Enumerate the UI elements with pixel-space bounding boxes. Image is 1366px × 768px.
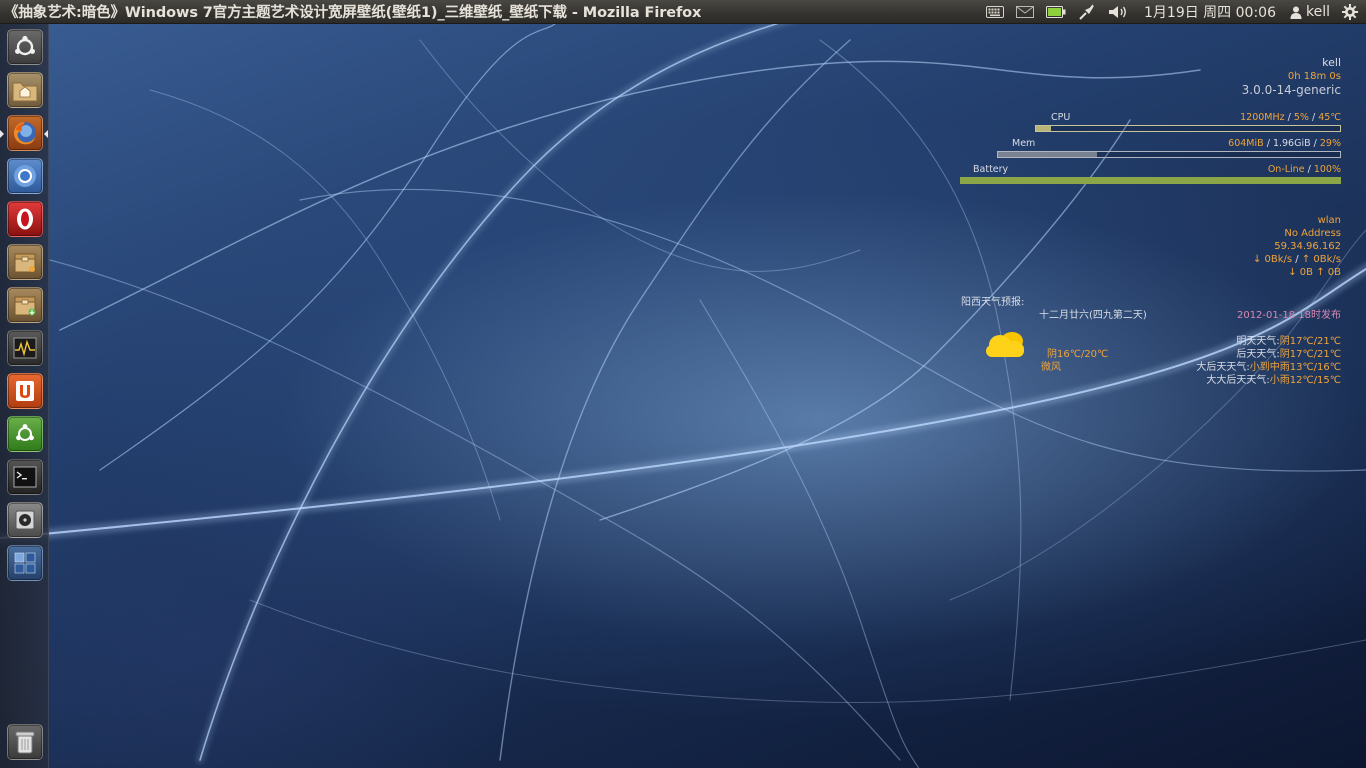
mem-separator: / — [1266, 138, 1270, 149]
mem-percent: 29% — [1319, 138, 1341, 149]
net-public-ip: 59.34.96.162 — [1274, 241, 1341, 252]
battery-percent: 100% — [1313, 164, 1341, 175]
cpu-separator: / — [1287, 112, 1291, 123]
battery-readout: On-Line / 100% — [1268, 164, 1341, 175]
firefox-icon — [14, 122, 36, 145]
weather-forecast-day4: 大大后天天气:小雨12℃/15℃ — [1206, 371, 1341, 386]
mem-total: 1.96GiB — [1272, 138, 1311, 149]
cpu-usage-bar-fill — [1036, 126, 1052, 131]
indicator-area: 1月19日 周四 00:06 kell — [980, 0, 1366, 24]
gear-icon — [1342, 4, 1358, 20]
net-speed: ↓ 0Bk/s / ↑ 0Bk/s — [1253, 254, 1341, 265]
launcher-item-ubuntu-software-center[interactable] — [7, 416, 43, 452]
session-menu[interactable] — [1336, 0, 1366, 24]
network-indicator[interactable] — [1072, 0, 1102, 24]
cpu-usage: 5% — [1293, 112, 1309, 123]
user-name: kell — [1305, 4, 1330, 20]
trash-icon — [15, 731, 35, 754]
cloudy-icon — [982, 327, 1028, 364]
battery-level-bar — [960, 177, 1341, 184]
ubuntu-one-icon — [16, 381, 34, 401]
launcher-item-ubuntu-one[interactable] — [7, 373, 43, 409]
package-install-icon — [14, 296, 36, 316]
wallpaper-swirls — [0, 0, 1366, 768]
net-down-total: ↓ 0B — [1288, 267, 1314, 278]
focused-app-indicator — [44, 130, 48, 138]
launcher-item-chromium[interactable] — [7, 158, 43, 194]
conky-uptime: 0h 18m 0s — [1287, 71, 1341, 82]
mail-indicator[interactable] — [1010, 0, 1040, 24]
launcher-item-opera[interactable] — [7, 201, 43, 237]
home-folder-icon — [12, 82, 38, 102]
mem-used: 604MiB — [1228, 138, 1264, 149]
ubuntu-logo-icon — [15, 35, 35, 56]
mem-label: Mem — [1012, 138, 1036, 149]
net-up-total: ↑ 0B — [1316, 267, 1341, 278]
keyboard-indicator[interactable] — [980, 0, 1010, 24]
mail-icon — [1016, 6, 1035, 18]
top-panel: 《抽象艺术:暗色》Windows 7官方主题艺术设计宽屏壁纸(壁纸1)_三维壁纸… — [0, 0, 1366, 24]
cpu-readout: 1200MHz / 5% / 45℃ — [1240, 112, 1341, 123]
weather-today-wind: 微风 — [1041, 362, 1061, 373]
mem-separator: / — [1313, 138, 1317, 149]
mem-readout: 604MiB / 1.96GiB / 29% — [1228, 138, 1341, 149]
cpu-label: CPU — [1051, 112, 1071, 123]
battery-label: Battery — [973, 164, 1009, 175]
cpu-separator: / — [1312, 112, 1316, 123]
weather-lunar-date: 十二月廿六(四九第二天) — [1039, 310, 1147, 321]
launcher — [0, 24, 49, 768]
net-up-speed: ↑ 0Bk/s — [1301, 254, 1341, 265]
conky-username: kell — [1322, 56, 1341, 69]
net-speed-separator: / — [1295, 254, 1299, 265]
launcher-item-ubuntu-dash[interactable] — [7, 29, 43, 65]
cpu-usage-bar — [1035, 125, 1341, 132]
battery-separator: / — [1307, 164, 1311, 175]
launcher-item-workspace-switcher[interactable] — [7, 545, 43, 581]
conky-kernel: 3.0.0-14-generic — [1241, 83, 1341, 97]
cpu-frequency: 1200MHz — [1240, 112, 1285, 123]
chromium-icon — [14, 165, 36, 187]
cpu-temperature: 45℃ — [1318, 112, 1341, 123]
clock-indicator[interactable]: 1月19日 周四 00:06 — [1134, 0, 1286, 24]
forecast-label: 大大后天天气: — [1206, 375, 1270, 386]
window-title[interactable]: 《抽象艺术:暗色》Windows 7官方主题艺术设计宽屏壁纸(壁纸1)_三维壁纸… — [0, 1, 960, 22]
launcher-item-system-monitor[interactable] — [7, 330, 43, 366]
launcher-item-home-folder[interactable] — [7, 72, 43, 108]
forecast-value: 小雨12℃/15℃ — [1269, 375, 1341, 386]
net-totals: ↓ 0B ↑ 0B — [1288, 267, 1341, 278]
opera-icon — [17, 208, 33, 230]
user-indicator[interactable]: kell — [1286, 0, 1336, 24]
user-icon — [1290, 6, 1302, 19]
weather-published-time: 2012-01-18 18时发布 — [1236, 310, 1341, 321]
workspace-switcher-icon — [14, 552, 36, 574]
net-interface: wlan — [1317, 215, 1341, 226]
network-icon — [1079, 4, 1095, 20]
mem-usage-bar-fill — [998, 152, 1098, 157]
battery-status: On-Line — [1267, 164, 1305, 175]
system-monitor-icon — [13, 337, 37, 359]
terminal-icon — [13, 466, 37, 488]
battery-indicator[interactable] — [1040, 0, 1072, 24]
launcher-item-package-installer[interactable] — [7, 287, 43, 323]
archive-box-icon — [14, 253, 36, 273]
net-address: No Address — [1284, 228, 1341, 239]
battery-level-bar-fill — [961, 178, 1340, 183]
keyboard-icon — [986, 6, 1005, 18]
launcher-item-firefox[interactable] — [7, 115, 43, 151]
launcher-item-terminal[interactable] — [7, 459, 43, 495]
clock-text: 1月19日 周四 00:06 — [1144, 5, 1276, 21]
volume-icon — [1109, 6, 1126, 18]
launcher-item-disk-utility[interactable] — [7, 502, 43, 538]
battery-icon — [1046, 6, 1066, 18]
net-down-speed: ↓ 0Bk/s — [1252, 254, 1293, 265]
launcher-item-archive-manager[interactable] — [7, 244, 43, 280]
software-center-icon — [16, 424, 34, 441]
volume-indicator[interactable] — [1102, 0, 1134, 24]
weather-title: 阳西天气预报: — [961, 297, 1025, 308]
desktop-wallpaper — [0, 0, 1366, 768]
mem-usage-bar — [997, 151, 1341, 158]
disk-icon — [15, 510, 35, 530]
launcher-item-trash[interactable] — [7, 724, 43, 760]
active-app-indicator — [0, 130, 4, 138]
